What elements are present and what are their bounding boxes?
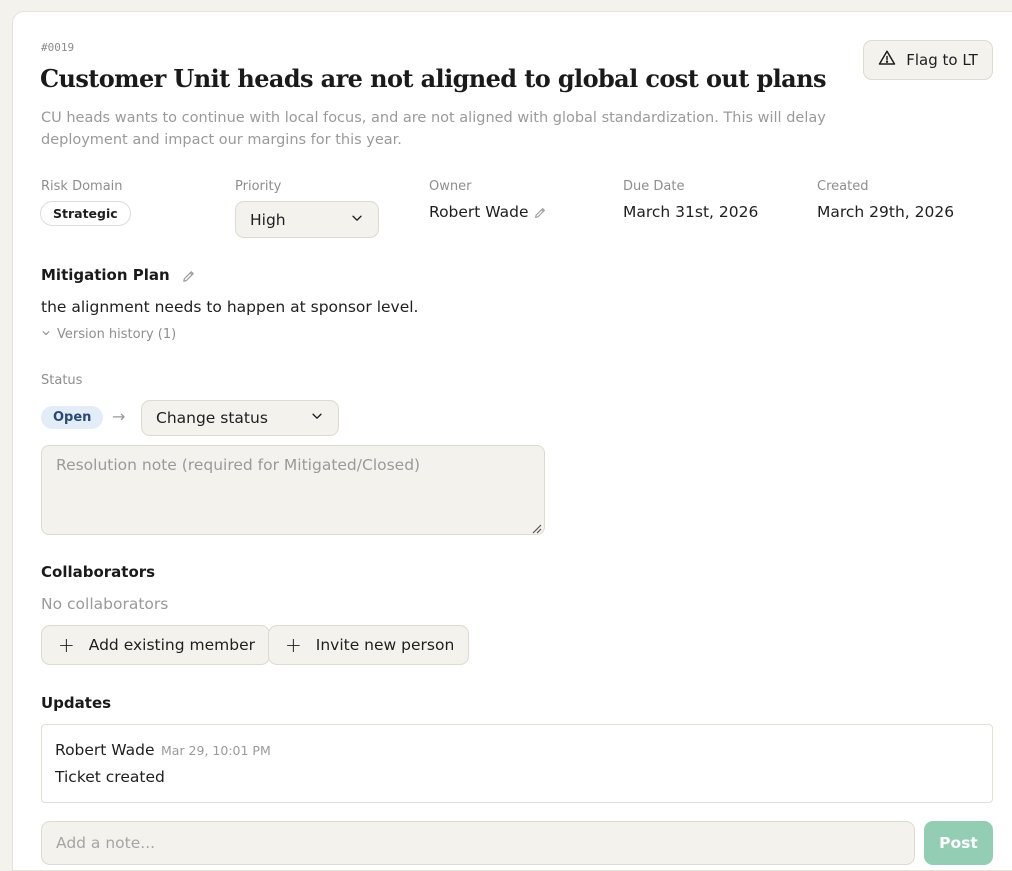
mitigation-plan-title: Mitigation Plan (41, 266, 170, 284)
flag-to-lt-label: Flag to LT (906, 51, 978, 69)
status-badge: Open (41, 406, 104, 429)
ticket-title: Customer Unit heads are not aligned to g… (40, 64, 826, 93)
updates-title: Updates (41, 694, 112, 712)
update-card: Robert Wade Mar 29, 10:01 PM Ticket crea… (41, 724, 993, 803)
status-arrow: → (112, 407, 126, 426)
resolution-note-placeholder: Resolution note (required for Mitigated/… (56, 456, 421, 474)
risk-domain-chip: Strategic (40, 201, 131, 226)
version-history-toggle[interactable]: Version history (1) (41, 327, 176, 342)
owner-value: Robert Wade (429, 203, 529, 221)
post-button[interactable]: Post (924, 821, 993, 865)
created-label: Created (817, 179, 869, 194)
add-existing-member-label: Add existing member (88, 636, 255, 654)
collaborators-title: Collaborators (41, 563, 156, 581)
ticket-id: #0019 (41, 41, 75, 54)
flag-to-lt-button[interactable]: Flag to LT (863, 40, 993, 80)
chevron-down-icon (41, 327, 51, 342)
plus-icon: + (58, 633, 75, 657)
change-status-select[interactable]: Change status (141, 400, 339, 436)
status-label: Status (41, 373, 83, 388)
due-date-value: March 31st, 2026 (623, 203, 759, 221)
due-date-label: Due Date (623, 179, 685, 194)
edit-mitigation-pencil-icon[interactable] (181, 269, 195, 283)
version-history-label: Version history (1) (57, 327, 177, 342)
created-value: March 29th, 2026 (817, 203, 955, 221)
collaborators-empty: No collaborators (41, 595, 169, 613)
invite-new-person-button[interactable]: + Invite new person (268, 625, 470, 665)
priority-value: High (250, 210, 286, 229)
update-timestamp: Mar 29, 10:01 PM (161, 743, 271, 758)
mitigation-plan-heading: Mitigation Plan (41, 266, 195, 284)
add-existing-member-button[interactable]: + Add existing member (41, 625, 270, 665)
priority-select[interactable]: High (235, 201, 379, 238)
chevron-down-icon (350, 211, 364, 229)
plus-icon: + (285, 633, 302, 657)
ticket-description: CU heads wants to continue with local fo… (41, 110, 826, 148)
warning-triangle-icon (878, 49, 896, 71)
owner-label: Owner (429, 179, 472, 194)
risk-domain-label: Risk Domain (41, 179, 123, 194)
update-text: Ticket created (55, 768, 165, 786)
edit-owner-pencil-icon[interactable] (533, 206, 547, 220)
add-note-input[interactable] (41, 821, 915, 865)
owner-field: Robert Wade (429, 203, 547, 221)
update-author: Robert Wade (55, 741, 155, 759)
resolution-note-textarea[interactable]: Resolution note (required for Mitigated/… (41, 445, 545, 535)
resize-handle-icon[interactable] (530, 520, 542, 534)
chevron-down-icon (310, 409, 324, 427)
mitigation-plan-text: the alignment needs to happen at sponsor… (41, 298, 419, 316)
ticket-detail-panel: #0019 Customer Unit heads are not aligne… (12, 11, 1012, 871)
change-status-label: Change status (156, 409, 268, 427)
priority-label: Priority (235, 179, 282, 194)
invite-new-person-label: Invite new person (315, 636, 455, 654)
